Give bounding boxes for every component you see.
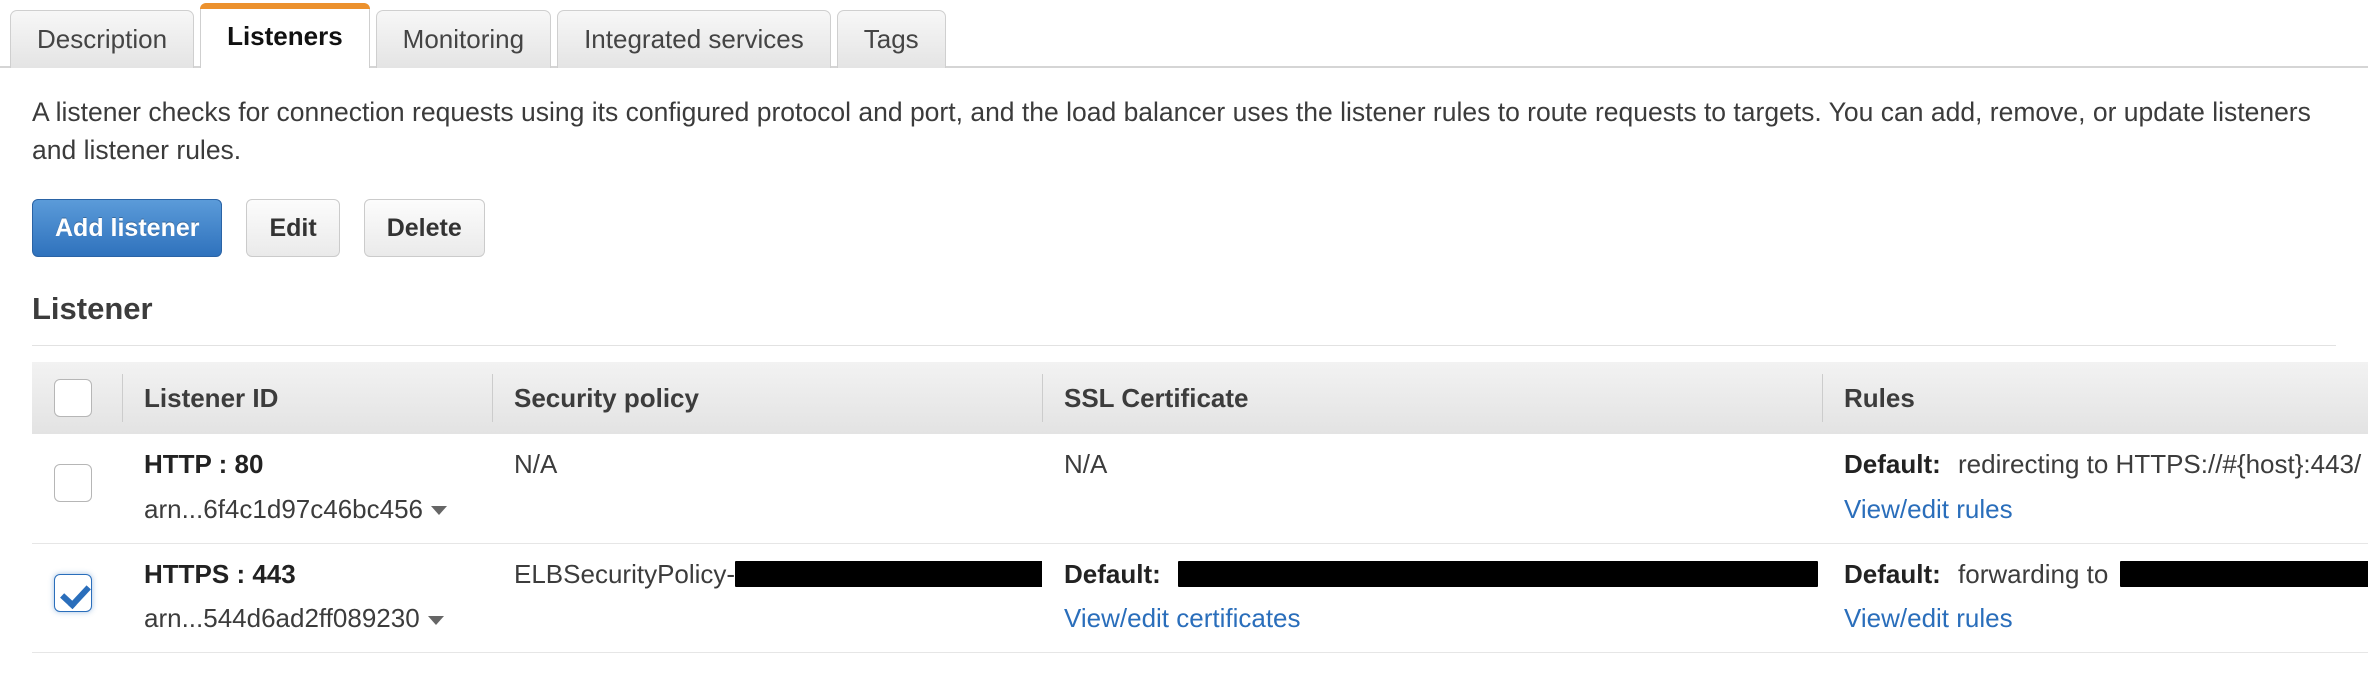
- listener-id-value: HTTPS : 443: [144, 558, 296, 589]
- ssl-certificate-cell: Default: (ACM) View/edit certificates: [1042, 543, 1822, 653]
- tab-label: Tags: [863, 24, 919, 54]
- ssl-certificate-cell: N/A: [1042, 434, 1822, 544]
- security-policy-value: N/A: [514, 449, 558, 480]
- security-policy-cell: N/A: [492, 434, 1042, 544]
- listener-id-cell: HTTP : 80 arn...6f4c1d97c46bc456: [122, 434, 492, 544]
- table-row[interactable]: HTTP : 80 arn...6f4c1d97c46bc456 N/A N/A…: [32, 434, 2368, 544]
- select-all-checkbox[interactable]: [54, 379, 92, 418]
- rules-value: forwarding to: [1958, 558, 2109, 589]
- listener-id-value: HTTP : 80: [144, 449, 264, 480]
- table-header-row: Listener ID Security policy SSL Certific…: [32, 362, 2368, 435]
- security-policy-cell: ELBSecurityPolicy-: [492, 543, 1042, 653]
- column-header-ssl-certificate[interactable]: SSL Certificate: [1042, 362, 1822, 434]
- row-checkbox[interactable]: [54, 573, 92, 612]
- tab-description[interactable]: Description: [10, 10, 195, 68]
- listener-arn-value: arn...544d6ad2ff089230: [144, 602, 420, 633]
- select-all-header: [32, 362, 122, 434]
- tab-label: Description: [37, 24, 168, 54]
- rules-value: redirecting to HTTPS://#{host}:443/: [1958, 449, 2362, 480]
- tab-bar: Description Listeners Monitoring Integra…: [0, 0, 2368, 70]
- listeners-table: Listener ID Security policy SSL Certific…: [32, 362, 2368, 653]
- table-row[interactable]: HTTPS : 443 arn...544d6ad2ff089230 ELBSe…: [32, 543, 2368, 653]
- listener-arn[interactable]: arn...544d6ad2ff089230: [144, 601, 492, 636]
- listener-id-cell: HTTPS : 443 arn...544d6ad2ff089230: [122, 543, 492, 653]
- column-header-rules[interactable]: Rules: [1822, 362, 2368, 434]
- listener-description: A listener checks for connection request…: [32, 97, 2311, 165]
- redaction-bar: [1178, 560, 1819, 587]
- listener-arn-value: arn...6f4c1d97c46bc456: [144, 493, 423, 524]
- listener-arn[interactable]: arn...6f4c1d97c46bc456: [144, 492, 492, 527]
- rules-default-label: Default:: [1844, 449, 1941, 480]
- view-edit-rules-link[interactable]: View/edit rules: [1844, 601, 2368, 636]
- page-title: Listener: [32, 291, 153, 327]
- section-divider: [32, 345, 2336, 347]
- row-checkbox[interactable]: [54, 464, 92, 503]
- chevron-down-icon[interactable]: [431, 506, 447, 516]
- add-listener-button[interactable]: Add listener: [32, 199, 223, 258]
- ssl-default-label: Default:: [1064, 558, 1161, 589]
- tab-label: Listeners: [227, 20, 343, 51]
- redaction-bar: [735, 560, 1042, 587]
- ssl-certificate-value: N/A: [1064, 449, 1108, 480]
- tab-listeners[interactable]: Listeners: [200, 3, 370, 70]
- column-header-security-policy[interactable]: Security policy: [492, 362, 1042, 434]
- tab-monitoring[interactable]: Monitoring: [375, 10, 552, 68]
- delete-button[interactable]: Delete: [363, 199, 485, 258]
- column-header-listener-id[interactable]: Listener ID: [122, 362, 492, 434]
- row-select-cell: [32, 434, 122, 544]
- chevron-down-icon[interactable]: [427, 615, 444, 625]
- tab-tags[interactable]: Tags: [836, 10, 946, 68]
- tab-integrated-services[interactable]: Integrated services: [557, 10, 831, 68]
- rules-cell: Default: redirecting to HTTPS://#{host}:…: [1822, 434, 2368, 544]
- rules-default-label: Default:: [1844, 558, 1941, 589]
- view-edit-certificates-link[interactable]: View/edit certificates: [1064, 601, 1822, 636]
- rules-cell: Default: forwarding to View/edit rules: [1822, 543, 2368, 653]
- redaction-bar: [2120, 560, 2368, 587]
- listener-toolbar: Add listener Edit Delete: [32, 199, 2368, 258]
- tab-label: Monitoring: [402, 24, 525, 54]
- tab-label: Integrated services: [584, 24, 804, 54]
- view-edit-rules-link[interactable]: View/edit rules: [1844, 492, 2368, 527]
- edit-button[interactable]: Edit: [246, 199, 340, 258]
- security-policy-value: ELBSecurityPolicy-: [514, 558, 736, 589]
- row-select-cell: [32, 543, 122, 653]
